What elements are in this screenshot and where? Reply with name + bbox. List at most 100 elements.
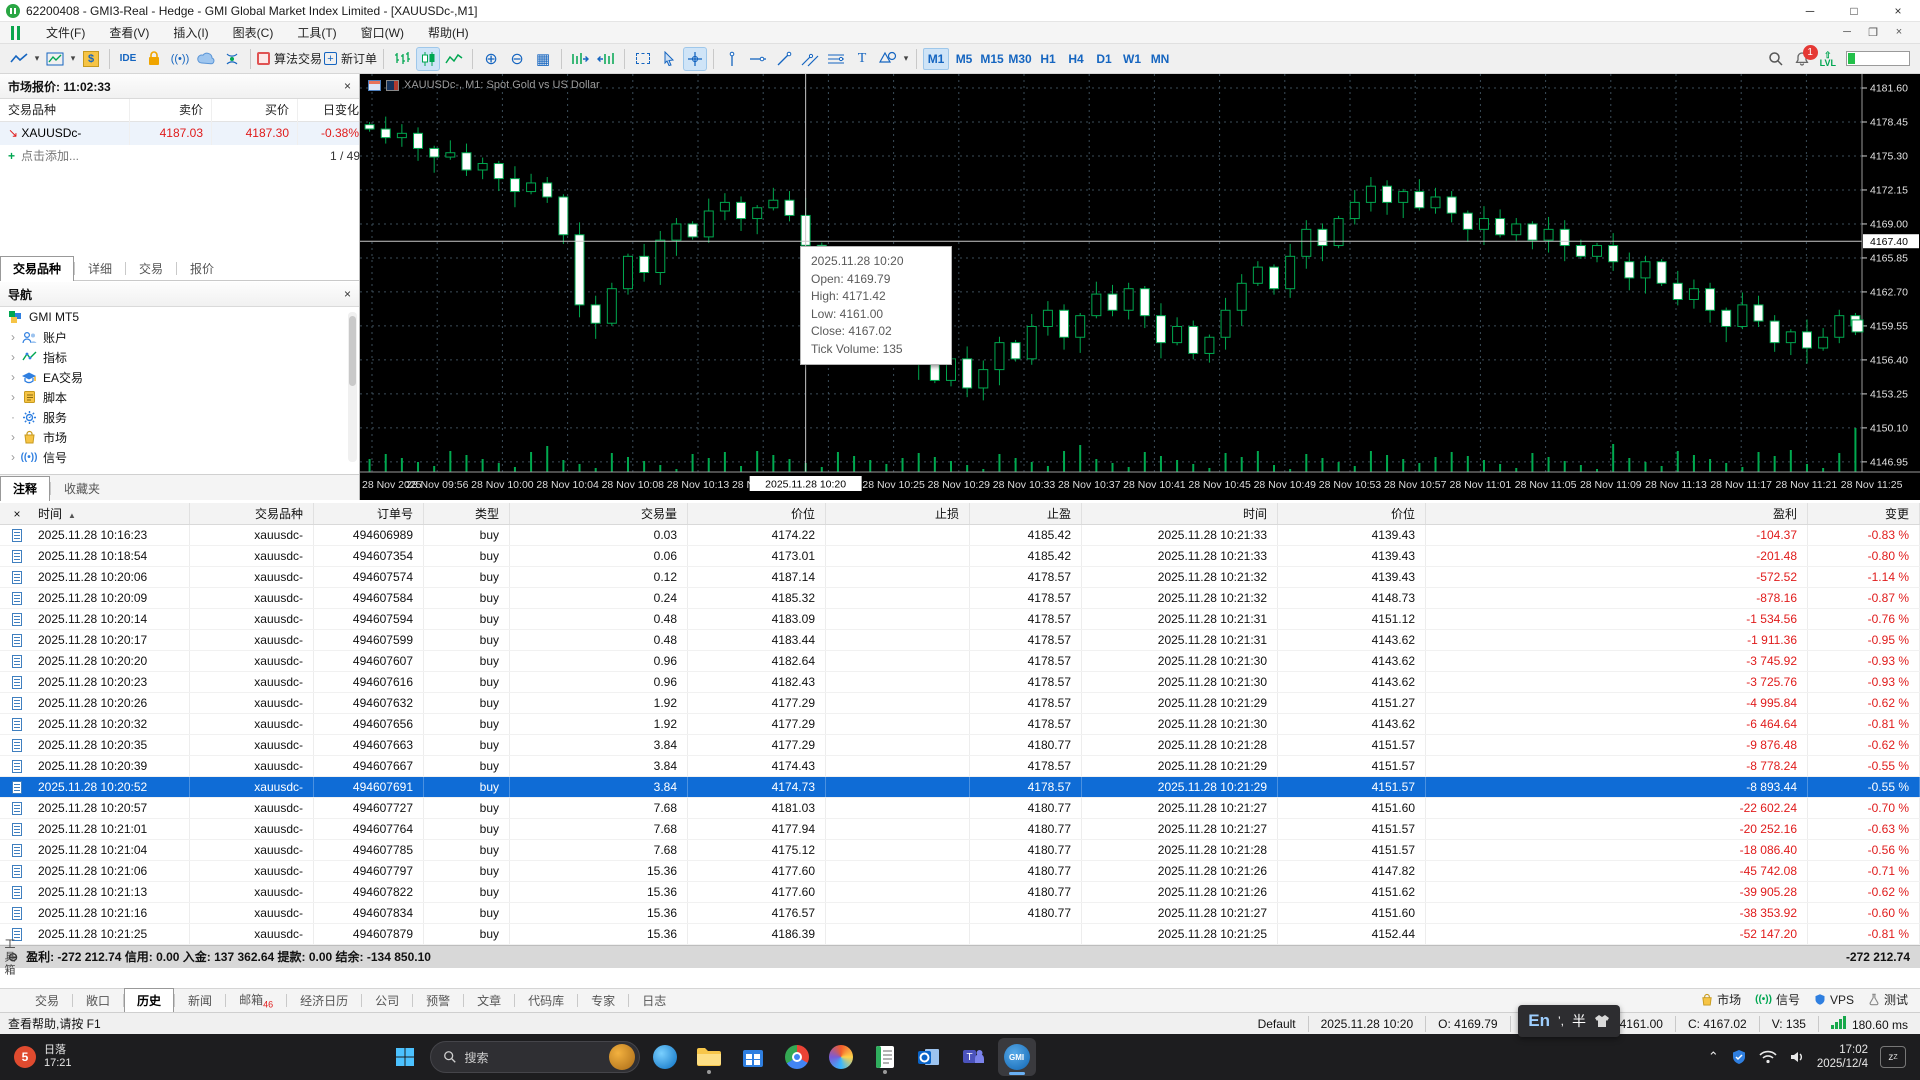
navigator-item-信号[interactable]: ›((•))信号: [0, 447, 359, 467]
market-watch-row[interactable]: ↘ XAUUSDc-4187.034187.30-0.38%: [0, 122, 359, 145]
notifications-bell-icon[interactable]: 1: [1794, 51, 1810, 67]
chart-window-button[interactable]: [43, 47, 67, 71]
timeframe-D1[interactable]: D1: [1091, 48, 1117, 70]
market-watch-close-icon[interactable]: ×: [344, 79, 351, 93]
history-column-header[interactable]: 价位: [1278, 503, 1426, 524]
tile-windows-button[interactable]: ▦: [531, 47, 555, 71]
quotes-button[interactable]: $: [79, 47, 103, 71]
market-lock-button[interactable]: [142, 47, 166, 71]
volume-icon[interactable]: [1789, 1050, 1805, 1064]
shift-end-button[interactable]: [568, 47, 592, 71]
toolbox-tab-新闻[interactable]: 新闻: [175, 988, 225, 1012]
toolbox-tab-预警[interactable]: 预警: [413, 988, 463, 1012]
history-row[interactable]: 2025.11.28 10:20:20xauusdc-494607607buy0…: [0, 651, 1920, 672]
navigator-item-脚本[interactable]: ›脚本: [0, 387, 359, 407]
history-row[interactable]: 2025.11.28 10:20:09xauusdc-494607584buy0…: [0, 588, 1920, 609]
child-restore-button[interactable]: ❐: [1860, 26, 1886, 39]
menu-item-窗口[interactable]: 窗口(W): [349, 22, 416, 44]
navigator-root[interactable]: GMI MT5: [0, 307, 359, 327]
history-row[interactable]: 2025.11.28 10:20:39xauusdc-494607667buy3…: [0, 756, 1920, 777]
taskbar-browser-icon[interactable]: [822, 1038, 860, 1076]
history-row[interactable]: 2025.11.28 10:21:13xauusdc-494607822buy1…: [0, 882, 1920, 903]
toolbox-市场[interactable]: 市场: [1701, 991, 1741, 1008]
wifi-icon[interactable]: [1759, 1050, 1777, 1064]
toolbox-信号[interactable]: ((•))信号: [1755, 991, 1800, 1008]
taskbar-teams-icon[interactable]: T: [954, 1038, 992, 1076]
candles-button[interactable]: [416, 47, 440, 71]
history-row[interactable]: 2025.11.28 10:21:06xauusdc-494607797buy1…: [0, 861, 1920, 882]
menu-item-图表[interactable]: 图表(C): [221, 22, 286, 44]
taskbar-weather-widget[interactable]: 5 日落17:21: [0, 1044, 86, 1070]
market-watch-tab-报价[interactable]: 报价: [177, 256, 227, 280]
history-row[interactable]: 2025.11.28 10:20:35xauusdc-494607663buy3…: [0, 735, 1920, 756]
history-column-header[interactable]: 盈利: [1426, 503, 1808, 524]
toolbox-tab-公司[interactable]: 公司: [362, 988, 412, 1012]
timeframe-MN[interactable]: MN: [1147, 48, 1173, 70]
search-icon[interactable]: [1768, 51, 1784, 67]
crosshair-button[interactable]: [683, 47, 707, 71]
line-chart-button[interactable]: [442, 47, 466, 71]
market-watch-tab-交易[interactable]: 交易: [126, 256, 176, 280]
bars-button[interactable]: [390, 47, 414, 71]
history-row[interactable]: 2025.11.28 10:20:17xauusdc-494607599buy0…: [0, 630, 1920, 651]
zoom-in-button[interactable]: ⊕: [479, 47, 503, 71]
fibo-button[interactable]: [824, 47, 848, 71]
minimize-button[interactable]: ─: [1788, 0, 1832, 21]
signals-button[interactable]: ((•)): [168, 47, 192, 71]
profile-selector[interactable]: Default: [1246, 1016, 1308, 1032]
line-style-button[interactable]: [7, 47, 31, 71]
history-column-header[interactable]: 交易品种: [190, 503, 314, 524]
toolbox-tab-敞口[interactable]: 敞口: [73, 988, 123, 1012]
zoom-out-button[interactable]: ⊖: [505, 47, 529, 71]
tray-chevron-icon[interactable]: ⌃: [1708, 1049, 1719, 1065]
history-row[interactable]: 2025.11.28 10:20:14xauusdc-494607594buy0…: [0, 609, 1920, 630]
toolbox-tab-代码库[interactable]: 代码库: [515, 988, 577, 1012]
new-order-button[interactable]: +新订单: [324, 47, 377, 71]
history-row[interactable]: 2025.11.28 10:20:23xauusdc-494607616buy0…: [0, 672, 1920, 693]
toolbox-tab-历史[interactable]: 历史: [124, 988, 174, 1013]
history-row[interactable]: 2025.11.28 10:20:52xauusdc-494607691buy3…: [0, 777, 1920, 798]
ide-button[interactable]: IDE: [116, 47, 140, 71]
taskbar-clock[interactable]: 17:02 2025/12/4: [1817, 1043, 1868, 1071]
history-column-header[interactable]: 止盈: [970, 503, 1082, 524]
menu-item-文件[interactable]: 文件(F): [34, 22, 97, 44]
auto-scroll-button[interactable]: [594, 47, 618, 71]
maximize-button[interactable]: □: [1832, 0, 1876, 21]
timeframe-H4[interactable]: H4: [1063, 48, 1089, 70]
navigator-item-账户[interactable]: ›账户: [0, 327, 359, 347]
history-column-header[interactable]: 时间: [1082, 503, 1278, 524]
history-column-header[interactable]: 变更: [1808, 503, 1920, 524]
history-row[interactable]: 2025.11.28 10:16:23xauusdc-494606989buy0…: [0, 525, 1920, 546]
shapes-button[interactable]: [876, 47, 900, 71]
menu-item-查看[interactable]: 查看(V): [97, 22, 161, 44]
toolbox-测试[interactable]: 测试: [1868, 991, 1908, 1008]
history-column-header[interactable]: 价位: [688, 503, 826, 524]
history-row[interactable]: 2025.11.28 10:20:32xauusdc-494607656buy1…: [0, 714, 1920, 735]
taskbar-search-box[interactable]: 搜索: [430, 1041, 640, 1073]
history-column-header[interactable]: 时间▲: [34, 503, 190, 524]
hline-button[interactable]: [746, 47, 770, 71]
navigator-item-指标[interactable]: ›指标: [0, 347, 359, 367]
taskbar-gmi-icon[interactable]: GMI: [998, 1038, 1036, 1076]
timeframe-M15[interactable]: M15: [979, 48, 1005, 70]
taskbar-folder-icon[interactable]: [690, 1038, 728, 1076]
navigator-item-服务[interactable]: ·服务: [0, 407, 359, 427]
toolbox-tab-交易[interactable]: 交易: [22, 988, 72, 1012]
history-close-icon[interactable]: ×: [0, 503, 34, 524]
market-watch-tab-详细[interactable]: 详细: [75, 256, 125, 280]
timeframe-W1[interactable]: W1: [1119, 48, 1145, 70]
navigator-tab-注释[interactable]: 注释: [0, 476, 50, 501]
dropdown-arrow-icon[interactable]: ▾: [32, 53, 42, 64]
timeframe-M1[interactable]: M1: [923, 48, 949, 70]
dropdown-arrow-icon[interactable]: ▾: [901, 53, 911, 64]
history-row[interactable]: 2025.11.28 10:21:25xauusdc-494607879buy1…: [0, 924, 1920, 945]
channel-button[interactable]: [798, 47, 822, 71]
start-button[interactable]: [386, 1038, 424, 1076]
menu-item-工具[interactable]: 工具(T): [285, 22, 348, 44]
navigator-scrollbar[interactable]: [348, 312, 357, 462]
defender-shield-icon[interactable]: [1731, 1049, 1747, 1065]
child-close-button[interactable]: ×: [1886, 26, 1912, 39]
trendline-button[interactable]: [772, 47, 796, 71]
history-row[interactable]: 2025.11.28 10:20:57xauusdc-494607727buy7…: [0, 798, 1920, 819]
history-row[interactable]: 2025.11.28 10:20:06xauusdc-494607574buy0…: [0, 567, 1920, 588]
